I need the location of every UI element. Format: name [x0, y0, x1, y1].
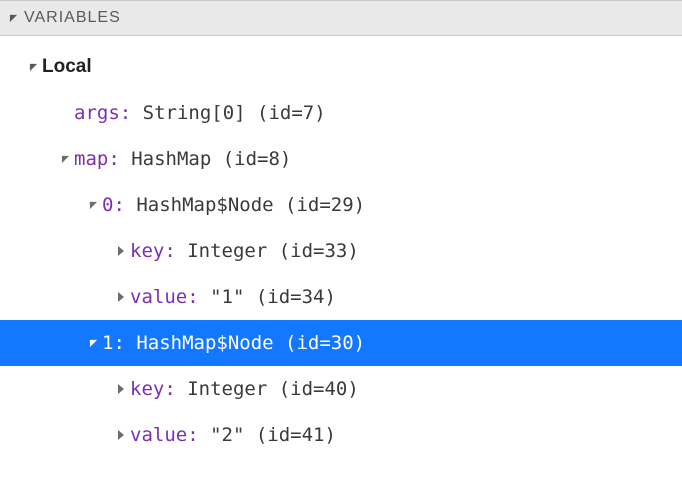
- chevron-right-icon: [112, 246, 130, 256]
- var-name: map:: [74, 148, 120, 170]
- var-name: key:: [130, 378, 176, 400]
- variables-tree: Local args: String[0] (id=7) map: HashMa…: [0, 36, 682, 504]
- var-value: Integer (id=33): [176, 240, 359, 262]
- chevron-right-icon: [112, 384, 130, 394]
- variables-header[interactable]: VARIABLES: [0, 0, 682, 36]
- var-map-node-0-value[interactable]: value: "1" (id=34): [0, 274, 682, 320]
- scope-label: Local: [42, 56, 92, 78]
- var-map-node-1-value[interactable]: value: "2" (id=41): [0, 412, 682, 458]
- chevron-right-icon: [112, 292, 130, 302]
- var-value: "1" (id=34): [199, 286, 336, 308]
- chevron-right-icon: [112, 430, 130, 440]
- var-name: value:: [130, 286, 199, 308]
- chevron-down-icon: [84, 339, 102, 348]
- panel-title: VARIABLES: [24, 9, 121, 27]
- var-map[interactable]: map: HashMap (id=8): [0, 136, 682, 182]
- chevron-down-icon: [56, 155, 74, 164]
- var-value: String[0] (id=7): [131, 102, 325, 124]
- chevron-down-icon: [6, 14, 20, 23]
- var-map-node-1[interactable]: 1: HashMap$Node (id=30): [0, 320, 682, 366]
- chevron-down-icon: [24, 63, 42, 72]
- var-value: HashMap (id=8): [120, 148, 292, 170]
- scope-local[interactable]: Local: [0, 44, 682, 90]
- var-name: key:: [130, 240, 176, 262]
- var-value: "2" (id=41): [199, 424, 336, 446]
- var-name: 0:: [102, 194, 125, 216]
- var-map-node-0[interactable]: 0: HashMap$Node (id=29): [0, 182, 682, 228]
- var-value: HashMap$Node (id=29): [125, 194, 365, 216]
- var-args[interactable]: args: String[0] (id=7): [0, 90, 682, 136]
- var-map-node-0-key[interactable]: key: Integer (id=33): [0, 228, 682, 274]
- variables-panel: VARIABLES Local args: String[0] (id=7) m…: [0, 0, 682, 504]
- chevron-down-icon: [84, 201, 102, 210]
- var-name: args:: [74, 102, 131, 124]
- var-value: Integer (id=40): [176, 378, 359, 400]
- var-name: 1:: [102, 332, 125, 354]
- var-value: HashMap$Node (id=30): [125, 332, 365, 354]
- var-name: value:: [130, 424, 199, 446]
- var-map-node-1-key[interactable]: key: Integer (id=40): [0, 366, 682, 412]
